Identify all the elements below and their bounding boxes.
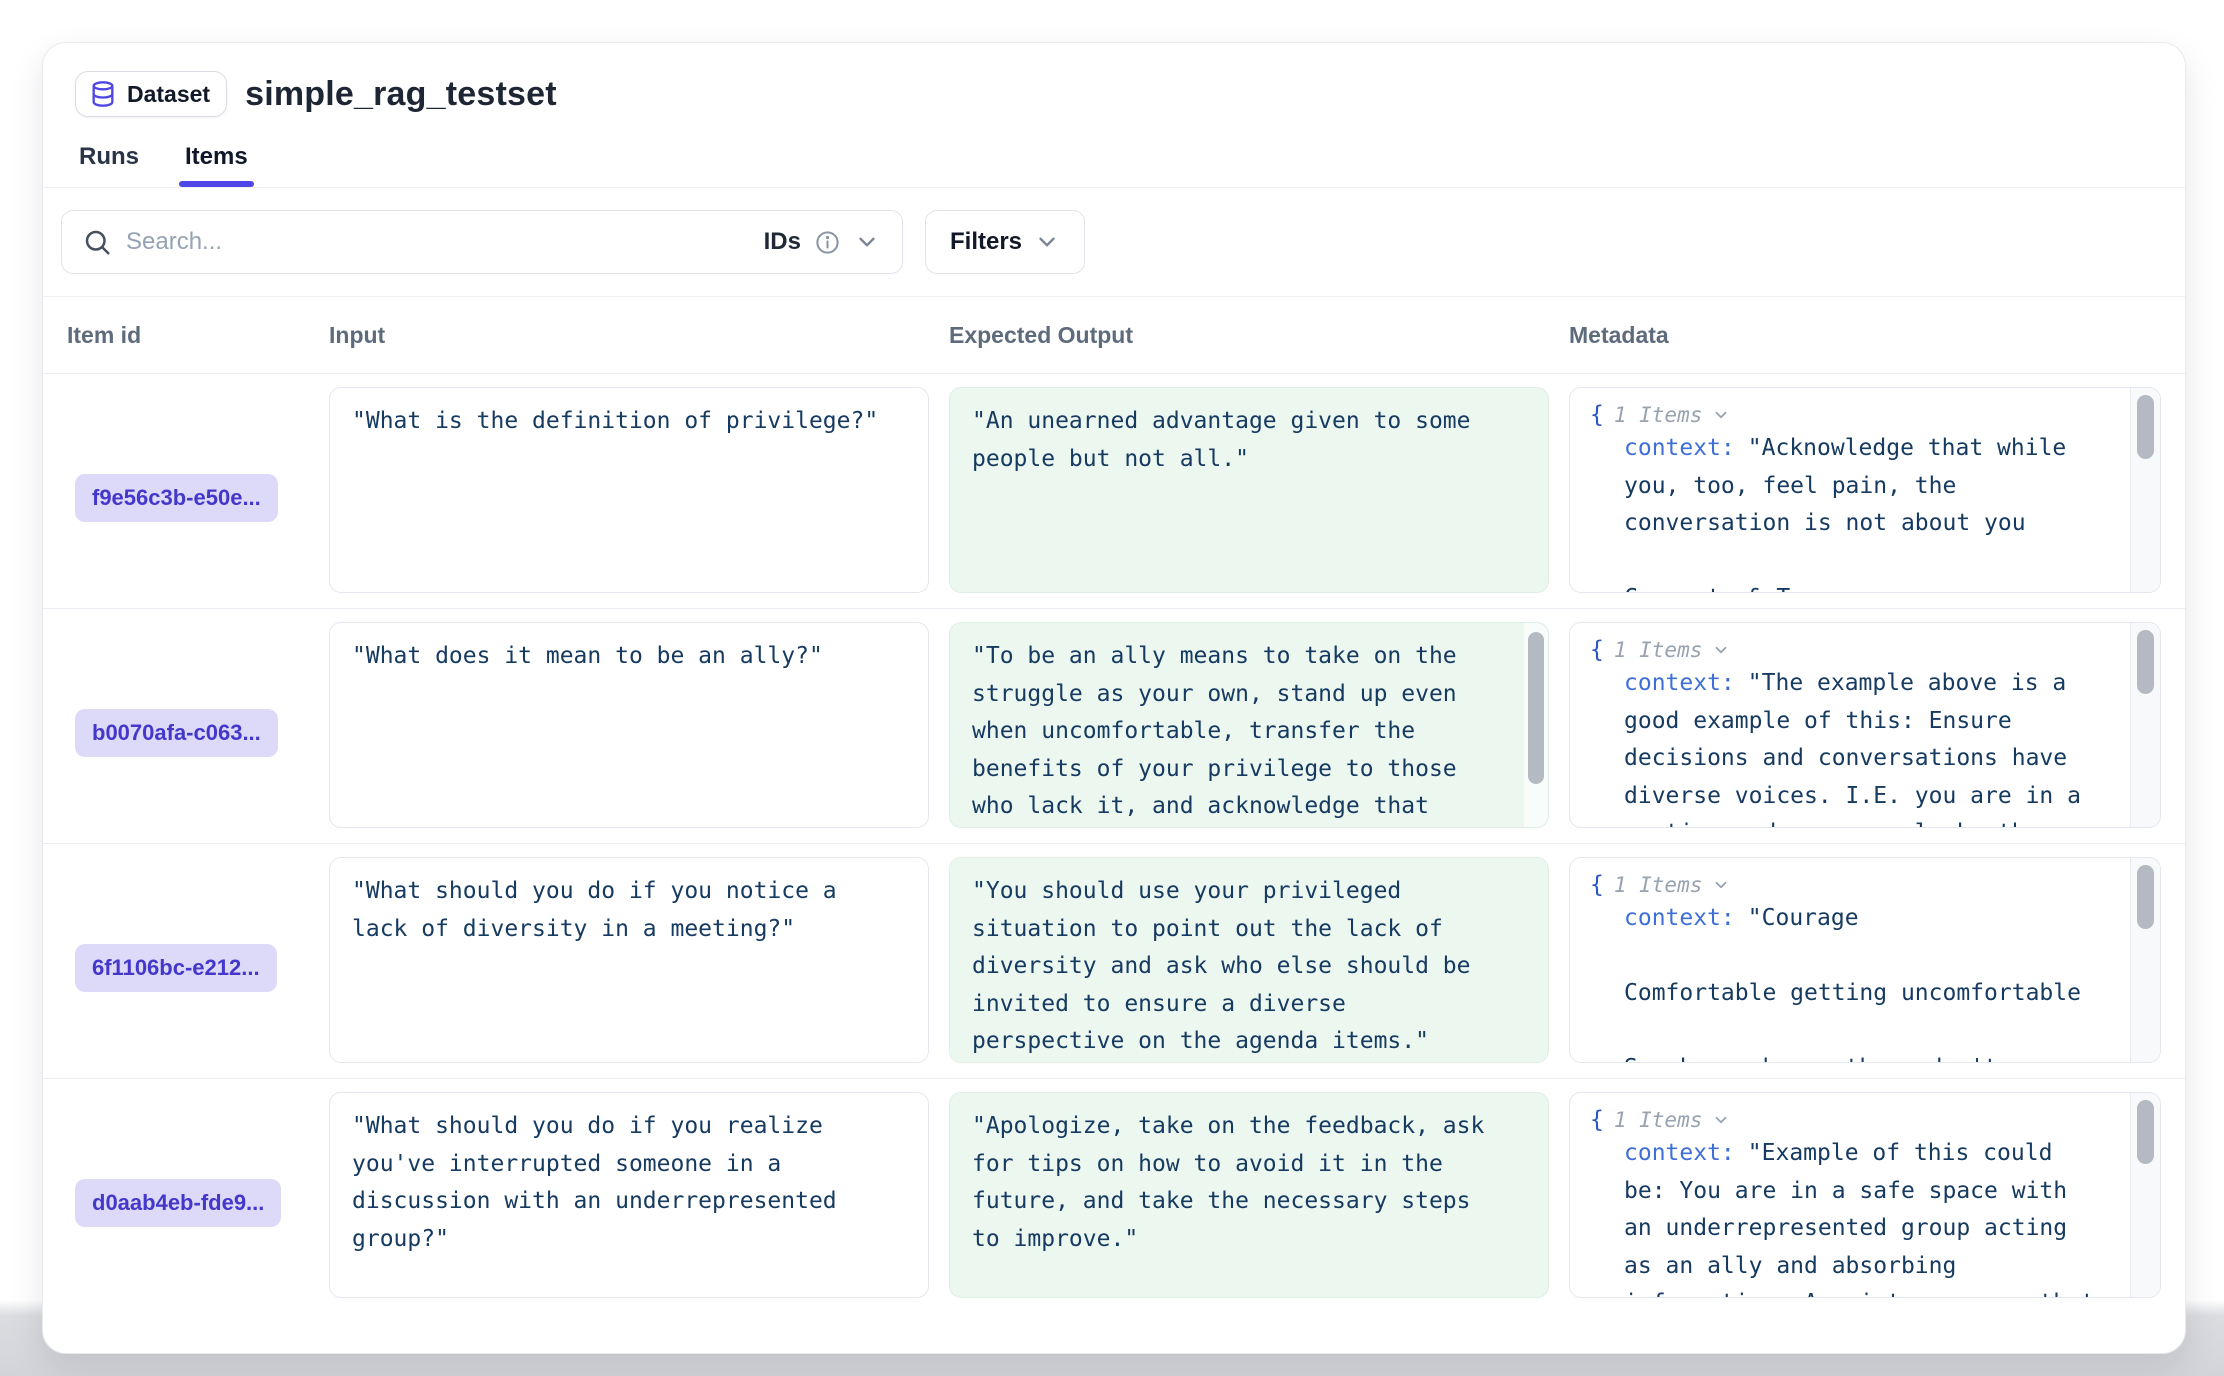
output-scrollbar[interactable] <box>1524 623 1548 827</box>
metadata-cell[interactable]: { 1 Items context:"Courage Comfortable g… <box>1569 857 2161 1063</box>
filters-label: Filters <box>950 228 1022 256</box>
expected-output-text: "Apologize, take on the feedback, ask fo… <box>950 1093 1548 1273</box>
json-key: context: <box>1624 670 1735 696</box>
input-text: "What should you do if you notice a lack… <box>330 858 928 963</box>
table-row: 6f1106bc-e212... "What should you do if … <box>43 843 2185 1078</box>
item-id-badge[interactable]: b0070afa-c063... <box>75 709 278 757</box>
column-header-expected-output: Expected Output <box>949 322 1569 349</box>
search-icon <box>82 227 112 257</box>
json-items-count: 1 Items <box>1614 638 1703 662</box>
column-header-metadata: Metadata <box>1569 322 2167 349</box>
dataset-card: Dataset simple_rag_testset Runs Items ID… <box>42 42 2186 1354</box>
scrollbar-thumb[interactable] <box>2137 630 2154 694</box>
tab-bar: Runs Items <box>75 143 2153 187</box>
item-id-badge[interactable]: d0aab4eb-fde9... <box>75 1179 281 1227</box>
json-open-brace: { <box>1590 872 1604 898</box>
search-box[interactable]: IDs <box>61 210 903 274</box>
scrollbar-thumb[interactable] <box>2137 865 2154 929</box>
search-mode-selector[interactable]: IDs <box>764 228 880 256</box>
table-row: b0070afa-c063... "What does it mean to b… <box>43 608 2185 843</box>
chevron-down-icon[interactable] <box>1712 641 1730 659</box>
expected-output-cell[interactable]: "Apologize, take on the feedback, ask fo… <box>949 1092 1549 1298</box>
metadata-cell[interactable]: { 1 Items context:"Acknowledge that whil… <box>1569 387 2161 593</box>
column-header-input: Input <box>329 322 949 349</box>
metadata-scrollbar[interactable] <box>2130 858 2160 1062</box>
json-open-brace: { <box>1590 1107 1604 1133</box>
table-header-row: Item id Input Expected Output Metadata <box>43 297 2185 373</box>
json-key: context: <box>1624 905 1735 931</box>
database-icon <box>89 80 117 108</box>
input-text: "What does it mean to be an ally?" <box>330 623 928 691</box>
chevron-down-icon[interactable] <box>1712 406 1730 424</box>
table-row: d0aab4eb-fde9... "What should you do if … <box>43 1078 2185 1313</box>
expected-output-text: "You should use your privileged situatio… <box>950 858 1548 1063</box>
scrollbar-thumb[interactable] <box>1528 632 1544 784</box>
chevron-down-icon <box>1034 229 1060 255</box>
table-row: f9e56c3b-e50e... "What is the definition… <box>43 373 2185 608</box>
metadata-cell[interactable]: { 1 Items context:"Example of this could… <box>1569 1092 2161 1298</box>
expected-output-cell[interactable]: "You should use your privileged situatio… <box>949 857 1549 1063</box>
info-icon[interactable] <box>814 229 841 256</box>
tab-items[interactable]: Items <box>185 143 248 187</box>
expected-output-text: "An unearned advantage given to some peo… <box>950 388 1548 493</box>
json-key: context: <box>1624 1140 1735 1166</box>
dataset-badge: Dataset <box>75 71 227 117</box>
input-text: "What is the definition of privilege?" <box>330 388 928 456</box>
input-cell[interactable]: "What does it mean to be an ally?" <box>329 622 929 828</box>
json-key: context: <box>1624 435 1735 461</box>
tab-runs[interactable]: Runs <box>79 143 139 187</box>
input-text: "What should you do if you realize you'v… <box>330 1093 928 1273</box>
chevron-down-icon <box>854 229 880 255</box>
search-mode-label: IDs <box>764 228 801 256</box>
page-title: simple_rag_testset <box>245 75 557 114</box>
chevron-down-icon[interactable] <box>1712 1111 1730 1129</box>
metadata-scrollbar[interactable] <box>2130 388 2160 592</box>
scrollbar-thumb[interactable] <box>2137 1100 2154 1164</box>
expected-output-cell[interactable]: "An unearned advantage given to some peo… <box>949 387 1549 593</box>
json-open-brace: { <box>1590 402 1604 428</box>
metadata-scrollbar[interactable] <box>2130 623 2160 827</box>
metadata-cell[interactable]: { 1 Items context:"The example above is … <box>1569 622 2161 828</box>
expected-output-cell[interactable]: "To be an ally means to take on the stru… <box>949 622 1549 828</box>
item-id-badge[interactable]: 6f1106bc-e212... <box>75 944 277 992</box>
scrollbar-thumb[interactable] <box>2137 395 2154 459</box>
input-cell[interactable]: "What should you do if you notice a lack… <box>329 857 929 1063</box>
search-input[interactable] <box>126 228 764 256</box>
input-cell[interactable]: "What should you do if you realize you'v… <box>329 1092 929 1298</box>
expected-output-text: "To be an ally means to take on the stru… <box>950 623 1548 828</box>
json-open-brace: { <box>1590 637 1604 663</box>
dataset-badge-label: Dataset <box>127 81 210 108</box>
json-items-count: 1 Items <box>1614 1108 1703 1132</box>
metadata-scrollbar[interactable] <box>2130 1093 2160 1297</box>
chevron-down-icon[interactable] <box>1712 876 1730 894</box>
input-cell[interactable]: "What is the definition of privilege?" <box>329 387 929 593</box>
json-items-count: 1 Items <box>1614 403 1703 427</box>
filters-button[interactable]: Filters <box>925 210 1085 274</box>
page-header: Dataset simple_rag_testset Runs Items <box>43 43 2185 188</box>
json-items-count: 1 Items <box>1614 873 1703 897</box>
column-header-item-id: Item id <box>61 322 329 349</box>
item-id-badge[interactable]: f9e56c3b-e50e... <box>75 474 278 522</box>
toolbar: IDs Filters <box>43 188 2185 297</box>
